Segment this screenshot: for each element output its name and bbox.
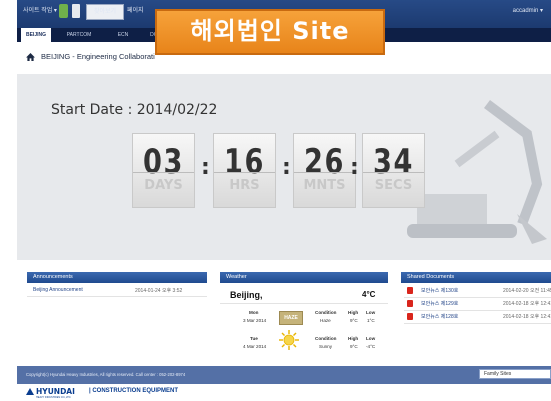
hyundai-logo-subtitle: HEAVY INDUSTRIES CO.,LTD. [36, 396, 72, 399]
edit-page-icon[interactable] [72, 4, 80, 18]
minutes-value: 26 [303, 142, 346, 182]
forecast-date: 3 Mar 2014 [243, 318, 267, 323]
tab-partcom[interactable]: PARTCOM [57, 28, 101, 42]
divider [404, 323, 551, 324]
flip-divider [363, 172, 424, 173]
hours-label: HRS [229, 178, 260, 193]
low-value: -4°C [366, 344, 376, 349]
hours-counter: 16 HRS [213, 133, 276, 208]
tab-beijing[interactable]: BEIJING [21, 28, 51, 42]
weather-city: Beijing, [230, 290, 263, 300]
division-label: | CONSTRUCTION EQUIPMENT [89, 388, 179, 394]
site-actions-menu[interactable]: 사이트 작업 ▾ [23, 4, 57, 18]
document-date: 2014-02-18 오후 12:41 [503, 314, 551, 320]
flip-divider [214, 172, 275, 173]
announcements-header[interactable]: Announcements [27, 272, 207, 283]
user-menu[interactable]: accadmin ▾ [513, 4, 543, 18]
high-value: 9°C [350, 318, 358, 323]
days-counter: 03 DAYS [132, 133, 195, 208]
hours-value: 16 [223, 142, 266, 182]
forecast-day: Tue [250, 336, 258, 341]
document-link[interactable]: 보안뉴스 제128호 [421, 313, 458, 321]
divider [404, 297, 551, 298]
days-label: DAYS [144, 178, 183, 193]
document-date: 2014-02-20 오전 11:45 [503, 288, 551, 294]
breadcrumb[interactable]: BEIJING - Engineering Collaborati [41, 49, 155, 65]
weather-header: Weather [220, 272, 388, 283]
minutes-label: MNTS [303, 178, 346, 193]
tab-ecn[interactable]: ECN [109, 28, 137, 42]
flip-divider [294, 172, 355, 173]
seconds-value: 34 [372, 142, 415, 182]
high-label: High [348, 310, 359, 315]
colon-separator: : [201, 155, 210, 180]
flip-divider [133, 172, 194, 173]
seconds-label: SECS [374, 178, 413, 193]
low-label: Low [366, 310, 376, 315]
hyundai-logo: HYUNDAI [36, 387, 75, 396]
divider [27, 296, 207, 297]
document-date: 2014-02-18 오후 12:41 [503, 301, 551, 307]
browse-tab[interactable]: 찾아보기 [86, 4, 124, 20]
colon-separator: : [350, 155, 359, 180]
announcement-date: 2014-01-24 오후 3:52 [135, 288, 183, 294]
forecast-day: Mon [249, 310, 259, 315]
weather-temperature: 4°C [362, 290, 376, 299]
document-link[interactable]: 보안뉴스 제129호 [421, 300, 458, 308]
home-icon[interactable] [26, 53, 35, 61]
navigate-up-icon[interactable] [59, 4, 68, 18]
low-label: Low [366, 336, 376, 341]
high-label: High [348, 336, 359, 341]
page-tab[interactable]: 페이지 [127, 4, 144, 18]
condition-label: Condition [315, 336, 337, 341]
divider [220, 303, 388, 304]
forecast-date: 4 Mar 2014 [243, 344, 267, 349]
seconds-counter: 34 SECS [362, 133, 425, 208]
high-value: 9°C [350, 344, 358, 349]
minutes-counter: 26 MNTS [293, 133, 356, 208]
colon-separator: : [282, 155, 291, 180]
condition-value: Haze [320, 318, 331, 323]
shared-documents-header[interactable]: Shared Documents [401, 272, 551, 283]
haze-icon: HAZE [279, 311, 303, 325]
overseas-site-banner: 해외법인 Site [155, 9, 385, 55]
pdf-icon [407, 287, 413, 294]
family-sites-select[interactable]: Family Sites [479, 369, 551, 379]
low-value: 1°C [367, 318, 375, 323]
condition-value: Sunny [319, 344, 333, 349]
pdf-icon [407, 313, 413, 320]
document-link[interactable]: 보안뉴스 제130호 [421, 287, 458, 295]
days-value: 03 [142, 142, 185, 182]
start-date: Start Date : 2014/02/22 [51, 102, 218, 118]
hyundai-logo-mark-icon [26, 388, 34, 395]
divider [404, 310, 551, 311]
sunny-icon [279, 330, 299, 350]
announcement-link[interactable]: Beijing Announcement [33, 287, 83, 293]
condition-label: Condition [315, 310, 337, 315]
pdf-icon [407, 300, 413, 307]
copyright-text: Copyright(c) Hyundai Heavy Industries, A… [26, 372, 186, 377]
browser-page: 사이트 작업 ▾ 찾아보기 페이지 accadmin ▾ BEIJING PAR… [17, 0, 551, 401]
